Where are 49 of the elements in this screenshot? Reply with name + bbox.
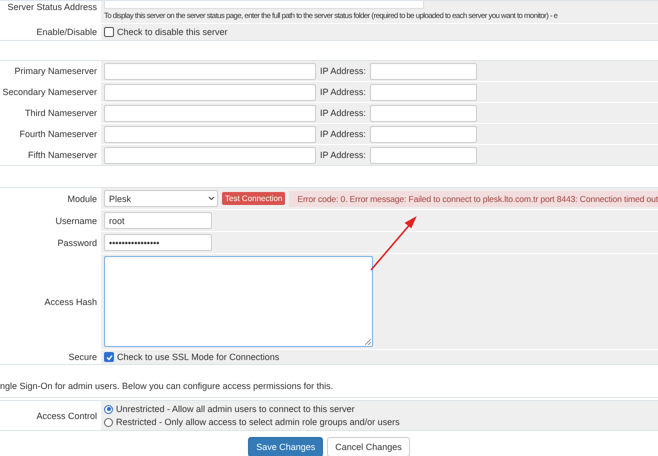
field-label: Fourth Nameserver	[19, 129, 97, 139]
test-connection-button[interactable]: Test Connection	[222, 192, 286, 205]
save-button[interactable]: Save Changes	[248, 437, 324, 456]
field-label: Access Hash	[44, 296, 97, 306]
ip-label: IP Address:	[320, 150, 366, 160]
nameserver-input[interactable]	[104, 62, 316, 80]
radio-button[interactable]	[104, 404, 113, 414]
ip-address-input[interactable]	[370, 104, 477, 122]
ip-address-input[interactable]	[370, 146, 477, 164]
field-label: Module	[67, 194, 97, 204]
field-label: Server Status Address	[7, 2, 97, 12]
module-select[interactable]: Plesk	[104, 190, 218, 207]
radio-button[interactable]	[104, 418, 113, 426]
field-label: Secure	[68, 352, 97, 362]
checkbox-label: Check to disable this server	[117, 27, 228, 37]
input-field[interactable]	[104, 1, 424, 9]
nameserver-input[interactable]	[104, 104, 316, 122]
sso-note: ngle Sign-On for admin users. Below you can configure access permissions for this.	[0, 365, 658, 398]
annotation-arrow	[368, 215, 418, 273]
checkbox[interactable]	[104, 27, 114, 37]
cancel-button[interactable]: Cancel Changes	[327, 437, 410, 456]
ip-address-input[interactable]	[370, 84, 477, 100]
checkbox-label: Check to use SSL Mode for Connections	[117, 352, 280, 362]
ip-address-input[interactable]	[370, 126, 477, 142]
ip-label: IP Address:	[320, 66, 366, 76]
username-input[interactable]: root	[104, 212, 212, 229]
radio-label: Restricted - Only allow access to select admin role groups and/or users	[116, 417, 400, 427]
ip-label: IP Address:	[320, 129, 366, 139]
field-label: Username	[55, 216, 97, 226]
password-input[interactable]: ••••••••••••••••	[104, 234, 212, 251]
field-label: Enable/Disable	[36, 27, 97, 37]
radio-label: Unrestricted - Allow all admin users to connect to this server	[116, 404, 355, 414]
error-message: Error code: 0. Error message: Failed to connect to plesk.lto.com.tr port 8443: Connection timed out	[289, 190, 658, 206]
caret-icon	[208, 196, 216, 201]
access-hash-textarea[interactable]	[104, 256, 373, 347]
field-label: Primary Nameserver	[14, 66, 97, 76]
resize-grip-icon[interactable]	[365, 339, 371, 345]
ip-label: IP Address:	[320, 87, 366, 97]
nameserver-input[interactable]	[104, 126, 316, 142]
ip-label: IP Address:	[320, 108, 366, 118]
field-label: Fifth Nameserver	[28, 150, 97, 160]
field-label: Access Control	[36, 410, 97, 420]
nameserver-input[interactable]	[104, 146, 316, 164]
nameserver-input[interactable]	[104, 84, 316, 100]
field-label: Third Nameserver	[24, 108, 97, 118]
ip-address-input[interactable]	[370, 62, 477, 80]
field-label: Password	[57, 238, 97, 248]
field-label: Secondary Nameserver	[2, 87, 97, 97]
checkbox[interactable]	[104, 352, 114, 362]
